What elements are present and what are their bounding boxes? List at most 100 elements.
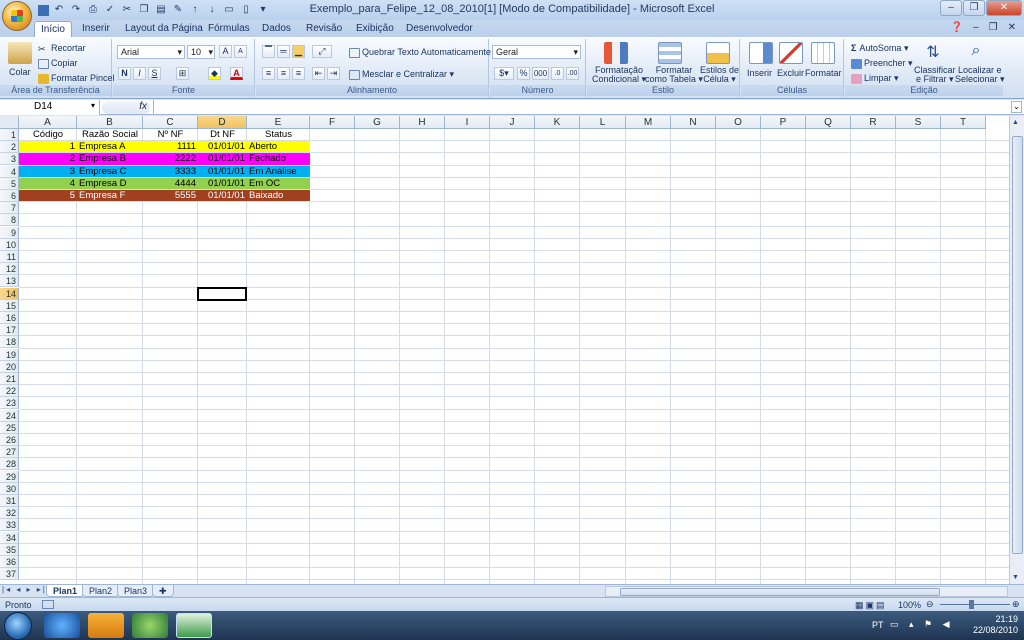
header-cell[interactable]: Razão Social <box>77 129 143 141</box>
office-button[interactable] <box>2 1 32 31</box>
table-cell[interactable]: Empresa B <box>77 153 143 165</box>
help-icon[interactable]: ❓ <box>951 22 963 33</box>
sort-filter-button[interactable]: Classificar e Filtrar ▾ <box>914 66 956 84</box>
column-header-d[interactable]: D <box>198 116 247 129</box>
increase-decimal-icon[interactable]: .0 <box>551 67 564 80</box>
ribbon-restore-icon[interactable]: ❐ <box>989 22 998 33</box>
zoom-level[interactable]: 100% <box>898 600 921 610</box>
row-header[interactable]: 7 <box>0 202 19 215</box>
active-cell[interactable] <box>197 286 247 301</box>
column-header-i[interactable]: I <box>445 116 490 129</box>
table-cell[interactable]: 01/01/01 <box>198 190 247 202</box>
fill-color-icon[interactable]: ◆ <box>208 67 221 80</box>
column-header-c[interactable]: C <box>143 116 198 129</box>
name-box[interactable]: D14 ▾ <box>0 100 100 115</box>
table-cell[interactable]: Em Análise <box>247 166 310 178</box>
align-bottom-icon[interactable]: ▁ <box>292 45 305 58</box>
row-header[interactable]: 31 <box>0 495 19 507</box>
row-header[interactable]: 27 <box>0 446 19 459</box>
row-header[interactable]: 29 <box>0 470 19 483</box>
zoom-out-icon[interactable]: ⊖ <box>926 599 934 610</box>
restore-button[interactable]: ❐ <box>963 0 985 16</box>
row-header[interactable]: 5 <box>0 177 19 190</box>
row-header[interactable]: 17 <box>0 324 19 337</box>
row-header[interactable]: 22 <box>0 385 19 398</box>
row-header[interactable]: 6 <box>0 190 19 202</box>
tab-inserir[interactable]: Inserir <box>76 21 116 37</box>
column-header-f[interactable]: F <box>310 116 355 129</box>
column-header-o[interactable]: O <box>716 116 761 129</box>
clock[interactable]: 21:19 22/08/2010 <box>973 614 1018 636</box>
row-header[interactable]: 19 <box>0 348 19 361</box>
header-cell[interactable]: Dt NF <box>198 129 247 141</box>
increase-indent-icon[interactable]: ⇥ <box>327 67 340 80</box>
table-cell[interactable]: 1 <box>19 141 77 153</box>
zoom-in-icon[interactable]: ⊕ <box>1012 599 1020 610</box>
font-size-select[interactable]: 10 ▾ <box>187 45 215 59</box>
column-header-b[interactable]: B <box>77 116 143 129</box>
table-cell[interactable]: 01/01/01 <box>198 166 247 178</box>
sheet-tab-plan1[interactable]: Plan1 <box>46 585 85 597</box>
row-header[interactable]: 26 <box>0 434 19 446</box>
sheet-nav-icon[interactable]: |◂ ◂ ▸ ▸| <box>2 585 47 594</box>
row-header[interactable]: 8 <box>0 214 19 227</box>
sheet-tab-plan2[interactable]: Plan2 <box>82 585 120 597</box>
ribbon-close-icon[interactable]: ✕ <box>1008 22 1016 33</box>
tab-revisao[interactable]: Revisão <box>300 21 348 37</box>
fill-button[interactable]: Preencher ▾ <box>851 58 913 69</box>
orientation-icon[interactable]: ⤢ <box>312 45 332 58</box>
expand-formula-icon[interactable]: ⌄ <box>1011 101 1022 113</box>
number-format-select[interactable]: Geral ▾ <box>492 45 581 59</box>
column-header-q[interactable]: Q <box>806 116 851 129</box>
paste-button[interactable]: Colar <box>9 67 31 77</box>
row-header[interactable]: 14 <box>0 287 19 300</box>
percent-button[interactable]: % <box>517 67 530 80</box>
italic-button[interactable]: I <box>133 67 146 80</box>
close-button[interactable]: ✕ <box>986 0 1022 16</box>
row-header[interactable]: 30 <box>0 482 19 495</box>
column-header-g[interactable]: G <box>355 116 400 129</box>
column-header-e[interactable]: E <box>247 116 310 129</box>
cell-styles-button[interactable]: Estilos de Célula ▾ <box>700 66 739 84</box>
table-cell[interactable]: Fechado <box>247 153 310 165</box>
column-header-s[interactable]: S <box>896 116 941 129</box>
insert-sheet-icon[interactable]: ✚ <box>152 585 174 597</box>
decrease-decimal-icon[interactable]: .00 <box>566 67 579 80</box>
column-header-l[interactable]: L <box>580 116 626 129</box>
clear-button[interactable]: Limpar ▾ <box>851 73 899 84</box>
row-header[interactable]: 20 <box>0 360 19 373</box>
align-top-icon[interactable]: ▔ <box>262 45 275 58</box>
format-table-button[interactable]: Formatar como Tabela ▾ <box>645 66 703 84</box>
column-header-k[interactable]: K <box>535 116 580 129</box>
row-header[interactable]: 36 <box>0 556 19 568</box>
table-cell[interactable]: Empresa F <box>77 190 143 202</box>
tab-layout[interactable]: Layout da Página <box>119 21 209 37</box>
internet-explorer-icon[interactable] <box>44 613 80 638</box>
table-cell[interactable]: Baixado <box>247 190 310 202</box>
horizontal-scrollbar[interactable] <box>605 586 1008 597</box>
row-header[interactable]: 34 <box>0 531 19 544</box>
row-header[interactable]: 32 <box>0 507 19 520</box>
tab-dados[interactable]: Dados <box>256 21 297 37</box>
row-header[interactable]: 21 <box>0 373 19 385</box>
row-header[interactable]: 16 <box>0 312 19 324</box>
row-header[interactable]: 9 <box>0 226 19 239</box>
delete-button[interactable]: Excluir <box>777 68 804 78</box>
row-header[interactable]: 24 <box>0 409 19 422</box>
insert-button[interactable]: Inserir <box>747 68 772 78</box>
table-cell[interactable]: Empresa C <box>77 166 143 178</box>
table-cell[interactable]: 2222 <box>143 153 198 165</box>
row-header[interactable]: 23 <box>0 397 19 410</box>
table-cell[interactable]: 5 <box>19 190 77 202</box>
row-header[interactable]: 4 <box>0 165 19 178</box>
borders-icon[interactable]: ⊞ <box>176 67 189 80</box>
tab-formulas[interactable]: Fórmulas <box>202 21 256 37</box>
vertical-scroll-thumb[interactable] <box>1012 136 1023 554</box>
table-cell[interactable]: Em OC <box>247 178 310 190</box>
bold-button[interactable]: N <box>118 67 131 80</box>
macro-record-icon[interactable] <box>42 600 54 609</box>
column-header-m[interactable]: M <box>626 116 671 129</box>
column-header-r[interactable]: R <box>851 116 896 129</box>
row-header[interactable]: 37 <box>0 568 19 581</box>
table-cell[interactable]: 3333 <box>143 166 198 178</box>
